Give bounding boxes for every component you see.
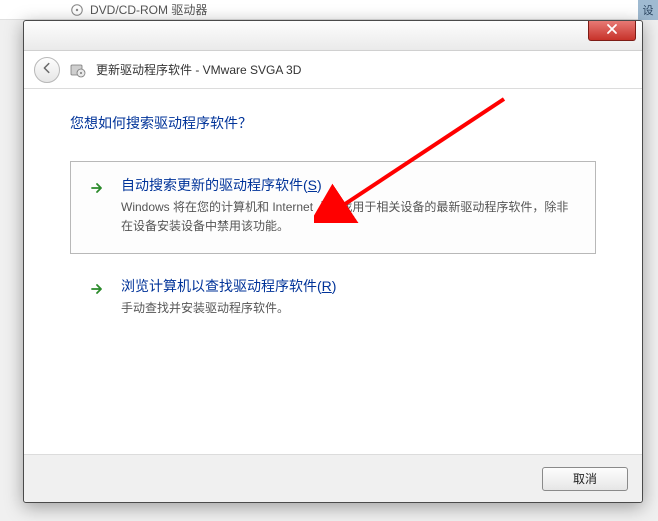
arrow-right-icon	[89, 281, 105, 297]
header-row: 更新驱动程序软件 - VMware SVGA 3D	[24, 51, 642, 89]
option-title: 自动搜索更新的驱动程序软件(S)	[121, 176, 577, 194]
option-body: 浏览计算机以查找驱动程序软件(R) 手动查找并安装驱动程序软件。	[121, 277, 577, 318]
driver-disc-icon	[70, 62, 86, 78]
properties-tab-fragment: 设	[638, 0, 658, 20]
dialog-footer: 取消	[24, 454, 642, 502]
close-icon	[606, 23, 618, 38]
device-manager-row: DVD/CD-ROM 驱动器	[0, 0, 658, 20]
arrow-right-icon	[89, 180, 105, 196]
close-button[interactable]	[588, 21, 636, 41]
back-button[interactable]	[34, 57, 60, 83]
dialog-title: 更新驱动程序软件 - VMware SVGA 3D	[96, 61, 301, 78]
option-auto-search[interactable]: 自动搜索更新的驱动程序软件(S) Windows 将在您的计算机和 Intern…	[70, 161, 596, 254]
titlebar	[24, 21, 642, 51]
cancel-button[interactable]: 取消	[542, 467, 628, 491]
update-driver-dialog: 更新驱动程序软件 - VMware SVGA 3D 您想如何搜索驱动程序软件？ …	[23, 20, 643, 503]
dialog-content: 您想如何搜索驱动程序软件？ 自动搜索更新的驱动程序软件(S) Windows 将…	[24, 89, 642, 454]
option-title: 浏览计算机以查找驱动程序软件(R)	[121, 277, 577, 295]
dialog-heading: 您想如何搜索驱动程序软件？	[70, 113, 596, 133]
device-row-label: DVD/CD-ROM 驱动器	[90, 1, 207, 18]
option-body: 自动搜索更新的驱动程序软件(S) Windows 将在您的计算机和 Intern…	[121, 176, 577, 237]
option-desc: Windows 将在您的计算机和 Internet 上查找用于相关设备的最新驱动…	[121, 198, 577, 236]
option-desc: 手动查找并安装驱动程序软件。	[121, 299, 577, 318]
back-arrow-icon	[40, 61, 54, 78]
disc-drive-icon	[70, 3, 84, 17]
option-browse-computer[interactable]: 浏览计算机以查找驱动程序软件(R) 手动查找并安装驱动程序软件。	[70, 262, 596, 335]
